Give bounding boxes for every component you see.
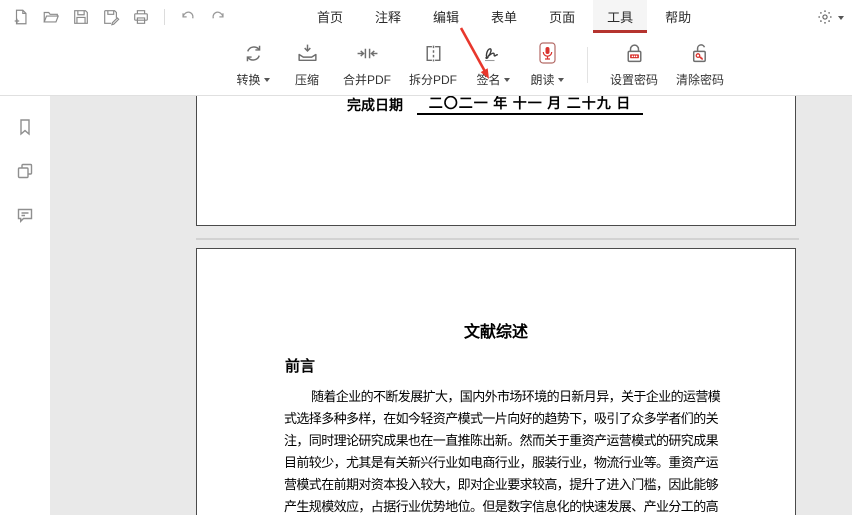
tab-tools[interactable]: 工具 [593,0,647,33]
tool-label: 签名 [477,71,501,88]
tool-label: 清除密码 [676,71,724,88]
section-heading: 前言 [285,357,795,377]
compress-button[interactable]: 压缩 [284,41,330,88]
pdf-page-1[interactable]: 完成日期 二〇二一 年 十一 月 二十九 日 [196,96,796,226]
tab-annotate[interactable]: 注释 [361,0,415,33]
page-thumbnails-button[interactable] [14,160,36,182]
bookmark-icon [15,117,35,137]
chevron-down-icon [504,78,510,82]
split-pdf-icon [422,42,445,65]
toolbar-divider [164,9,165,25]
signature-button[interactable]: 签名 [470,41,516,88]
tool-label: 合并PDF [343,71,391,88]
tab-forms[interactable]: 表单 [477,0,531,33]
signature-icon [481,41,505,65]
pdf-page-2[interactable]: 文献综述 前言 随着企业的不断发展扩大，国内外市场环境的日新月异，关于企业的运营… [196,248,796,515]
document-viewer[interactable]: 完成日期 二〇二一 年 十一 月 二十九 日 文献综述 前言 随着企业的不断发展… [50,96,852,515]
bookmarks-panel-button[interactable] [14,116,36,138]
tab-help[interactable]: 帮助 [651,0,705,33]
tool-label: 设置密码 [610,71,658,88]
quick-access-toolbar [10,0,229,33]
document-title: 文献综述 [197,323,795,343]
menu-tabs: 首页 注释 编辑 表单 页面 工具 帮助 [303,0,709,33]
chevron-down-icon [558,78,564,82]
redo-button[interactable] [207,6,229,28]
settings-button[interactable] [815,0,844,33]
comments-panel-button[interactable] [14,204,36,226]
save-icon [72,8,90,26]
set-password-button[interactable]: 设置密码 [605,41,663,88]
tool-label: 拆分PDF [409,71,457,88]
body-paragraph: 随着企业的不断发展扩大，国内外市场环境的日新月异，关于企业的运营模 式选择多种多… [284,386,709,515]
split-pdf-button[interactable]: 拆分PDF [404,41,462,88]
read-aloud-icon [536,41,559,65]
convert-button[interactable]: 转换 [230,41,276,88]
save-button[interactable] [70,6,92,28]
tool-label: 压缩 [295,71,319,88]
clear-password-button[interactable]: 清除密码 [671,41,729,88]
body-line: 随着企业的不断发展扩大，国内外市场环境的日新月异，关于企业的运营模 [284,386,709,408]
set-password-icon [623,42,646,65]
print-icon [132,8,150,26]
tool-label: 转换 [236,71,260,88]
new-file-icon [12,8,30,26]
new-file-button[interactable] [10,6,32,28]
merge-pdf-icon [356,42,379,65]
tool-label: 朗读 [531,71,555,88]
redo-icon [209,8,227,26]
open-file-button[interactable] [40,6,62,28]
chevron-down-icon [838,16,844,20]
pdf-editor-window: 首页 注释 编辑 表单 页面 工具 帮助 [0,0,852,515]
print-button[interactable] [130,6,152,28]
body-line: 式选择多种多样，在如今轻资产模式一片向好的趋势下，吸引了众多学者们的关 [284,408,709,430]
navigation-sidebar [0,96,50,515]
read-aloud-button[interactable]: 朗读 [524,41,570,88]
toolbar-divider [587,47,588,83]
tab-edit[interactable]: 编辑 [419,0,473,33]
merge-pdf-button[interactable]: 合并PDF [338,41,396,88]
body-line: 产生规模效应，占据行业优势地位。但是数字信息化的快速发展、产业分工的高 [284,496,709,515]
page-thumbnails-icon [15,161,35,181]
open-file-icon [42,8,60,26]
body-line: 营模式在前期对资本投入较大，即对企业要求较高，提升了进入门槛，因此能够 [284,474,709,496]
save-as-button[interactable] [100,6,122,28]
completion-date-value: 二〇二一 年 十一 月 二十九 日 [417,96,643,115]
page-separator [196,238,799,240]
comments-icon [15,205,35,225]
top-menu-bar: 首页 注释 编辑 表单 页面 工具 帮助 [0,0,852,33]
undo-icon [179,8,197,26]
chevron-down-icon [264,78,270,82]
save-as-icon [102,8,120,26]
undo-button[interactable] [177,6,199,28]
gear-icon [815,7,835,27]
tab-home[interactable]: 首页 [303,0,357,33]
tab-pages[interactable]: 页面 [535,0,589,33]
body-line: 目前较少，尤其是有关新兴行业如电商行业，服装行业，物流行业等。重资产运 [284,452,709,474]
clear-password-icon [689,42,712,65]
completion-date-line: 完成日期 二〇二一 年 十一 月 二十九 日 [347,96,643,115]
convert-icon [242,42,265,65]
compress-icon [296,42,319,65]
main-area: 完成日期 二〇二一 年 十一 月 二十九 日 文献综述 前言 随着企业的不断发展… [0,96,852,515]
completion-date-label: 完成日期 [347,96,403,115]
body-line: 注，同时理论研究成果也在一直推陈出新。然而关于重资产运营模式的研究成果 [284,430,709,452]
tools-ribbon: 转换 压缩 合并PDF 拆分PDF [0,33,852,96]
